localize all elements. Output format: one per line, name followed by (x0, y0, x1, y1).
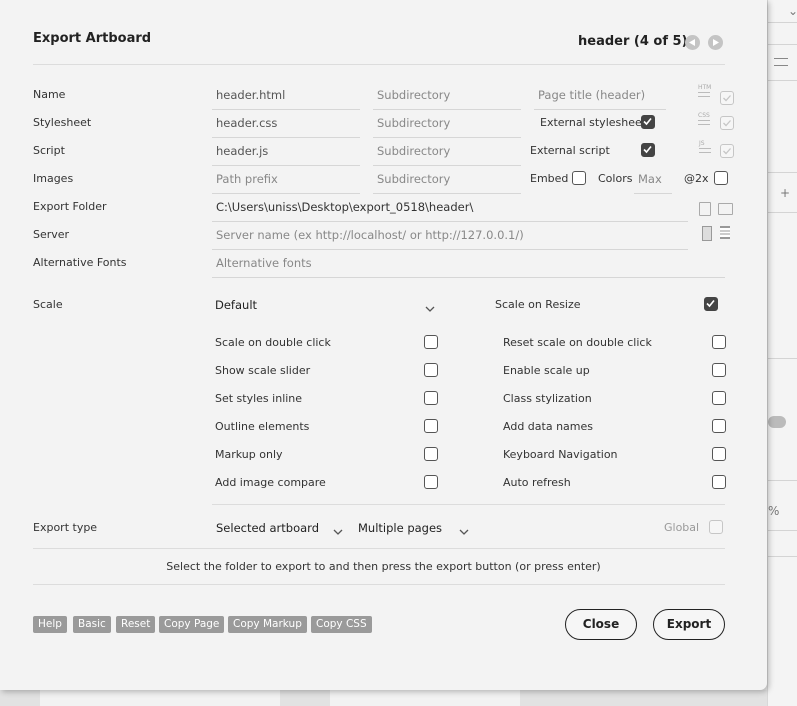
help-button[interactable]: Help (33, 616, 67, 633)
dialog-title: Export Artboard (33, 31, 152, 46)
scale-dropdown[interactable]: Default (215, 298, 257, 312)
stylesheet-label: Stylesheet (33, 116, 92, 129)
html-icon: HTM (698, 84, 711, 97)
export-folder-label: Export Folder (33, 200, 107, 213)
script-label: Script (33, 144, 65, 157)
basic-button[interactable]: Basic (73, 616, 111, 633)
export-hint: Select the folder to export to and then … (166, 560, 601, 573)
images-subdirectory-input[interactable]: Subdirectory (377, 172, 450, 186)
add-image-compare-checkbox[interactable] (424, 475, 438, 489)
stylesheet-file-input[interactable]: header.css (216, 116, 277, 130)
page-title-input[interactable]: Page title (header) (538, 88, 645, 102)
export-button[interactable]: Export (653, 609, 725, 640)
copy-markup-button[interactable]: Copy Markup (228, 616, 307, 633)
export-pages-chevron-icon[interactable] (458, 522, 470, 541)
css-icon: CSS (698, 112, 710, 125)
toggle-icon (768, 416, 786, 428)
enable-scale-up-label: Enable scale up (503, 364, 590, 377)
2x-checkbox[interactable] (714, 171, 728, 185)
keyboard-navigation-label: Keyboard Navigation (503, 448, 618, 461)
menu-icon (774, 58, 788, 66)
2x-label: @2x (684, 172, 709, 185)
outline-elements-label: Outline elements (215, 420, 310, 433)
class-stylization-checkbox[interactable] (712, 391, 726, 405)
scale-label: Scale (33, 298, 63, 311)
server-icon[interactable] (702, 226, 712, 241)
markup-only-label: Markup only (215, 448, 283, 461)
auto-refresh-checkbox[interactable] (712, 475, 726, 489)
export-type-label: Export type (33, 521, 98, 534)
export-pages-dropdown[interactable]: Multiple pages (358, 521, 442, 535)
auto-refresh-label: Auto refresh (503, 476, 571, 489)
scale-on-resize-checkbox[interactable] (704, 297, 718, 311)
export-artboard-dialog: Export Artboard header (4 of 5) Name hea… (0, 0, 767, 690)
export-folder-input[interactable]: C:\Users\uniss\Desktop\export_0518\heade… (216, 200, 473, 214)
close-button[interactable]: Close (565, 609, 637, 640)
background-right-panel: ⌄ + % (767, 0, 797, 706)
folder-icon[interactable] (718, 203, 733, 215)
percent-label: % (768, 504, 780, 518)
page-indicator: header (4 of 5) (578, 34, 688, 49)
server-label: Server (33, 228, 70, 241)
external-script-label: External script (530, 144, 610, 157)
js-checkbox[interactable] (720, 144, 734, 158)
name-file-input[interactable]: header.html (216, 88, 285, 102)
background-bottom-bar (0, 690, 767, 706)
colors-label: Colors (598, 172, 633, 185)
server-list-icon[interactable] (720, 226, 730, 239)
set-styles-inline-checkbox[interactable] (424, 391, 438, 405)
images-label: Images (33, 172, 74, 185)
markup-only-checkbox[interactable] (424, 447, 438, 461)
plus-icon: + (780, 186, 791, 200)
external-stylesheet-label: External stylesheet (540, 116, 647, 129)
set-styles-inline-label: Set styles inline (215, 392, 303, 405)
clipboard-icon[interactable] (699, 202, 711, 216)
add-image-compare-label: Add image compare (215, 476, 326, 489)
show-scale-slider-checkbox[interactable] (424, 363, 438, 377)
colors-max-input[interactable]: Max (638, 172, 662, 186)
copy-page-button[interactable]: Copy Page (159, 616, 225, 633)
outline-elements-checkbox[interactable] (424, 419, 438, 433)
previous-page-button[interactable] (685, 35, 700, 50)
scale-on-double-click-checkbox[interactable] (424, 335, 438, 349)
alternative-fonts-input[interactable]: Alternative fonts (216, 256, 312, 270)
js-icon: JS (699, 140, 711, 153)
script-file-input[interactable]: header.js (216, 144, 268, 158)
scale-chevron-icon[interactable] (424, 299, 436, 318)
embed-checkbox[interactable] (572, 171, 586, 185)
copy-css-button[interactable]: Copy CSS (311, 616, 372, 633)
server-input[interactable]: Server name (ex http://localhost/ or htt… (216, 228, 524, 242)
name-label: Name (33, 88, 66, 101)
embed-label: Embed (530, 172, 569, 185)
class-stylization-label: Class stylization (503, 392, 592, 405)
chevron-down-icon: ⌄ (788, 4, 797, 18)
alternative-fonts-label: Alternative Fonts (33, 256, 127, 269)
scale-on-double-click-label: Scale on double click (215, 336, 331, 349)
add-data-names-checkbox[interactable] (712, 419, 726, 433)
keyboard-navigation-checkbox[interactable] (712, 447, 726, 461)
name-subdirectory-input[interactable]: Subdirectory (377, 88, 450, 102)
external-stylesheet-checkbox[interactable] (641, 115, 655, 129)
next-page-button[interactable] (708, 35, 723, 50)
export-artboard-chevron-icon[interactable] (332, 522, 344, 541)
images-path-prefix-input[interactable]: Path prefix (216, 172, 278, 186)
reset-scale-on-double-click-checkbox[interactable] (712, 335, 726, 349)
external-script-checkbox[interactable] (641, 143, 655, 157)
stylesheet-subdirectory-input[interactable]: Subdirectory (377, 116, 450, 130)
show-scale-slider-label: Show scale slider (215, 364, 311, 377)
enable-scale-up-checkbox[interactable] (712, 363, 726, 377)
global-label: Global (664, 521, 700, 534)
reset-button[interactable]: Reset (116, 616, 156, 633)
script-subdirectory-input[interactable]: Subdirectory (377, 144, 450, 158)
global-checkbox[interactable] (709, 520, 723, 534)
html-checkbox[interactable] (720, 91, 734, 105)
reset-scale-on-double-click-label: Reset scale on double click (503, 336, 652, 349)
add-data-names-label: Add data names (503, 420, 593, 433)
scale-on-resize-label: Scale on Resize (495, 298, 581, 311)
css-checkbox[interactable] (720, 116, 734, 130)
export-artboard-dropdown[interactable]: Selected artboard (216, 521, 319, 535)
